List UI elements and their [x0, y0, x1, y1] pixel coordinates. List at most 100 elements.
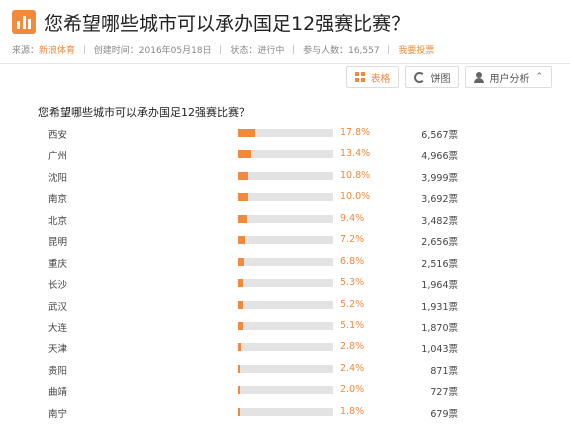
poll-meta: 来源：新浪体育 创建时间：2016年05月18日 状态：进行中 参与人数：16,…	[12, 43, 434, 56]
bar-fill	[238, 364, 241, 373]
city-label: 南京	[48, 194, 68, 206]
percent-label: 10.0%	[340, 191, 371, 203]
bar-fill	[238, 257, 245, 266]
results-list: 西安 17.8% 6,567票广州 13.4% 4,966票沈阳 10.8% 3,999票南…	[0, 123, 570, 423]
created-date: 创建时间：2016年05月18日	[93, 46, 212, 56]
result-row: 长沙 5.3% 1,964票	[0, 273, 570, 294]
vote-count: 3,999票	[421, 172, 458, 184]
city-label: 广州	[48, 151, 68, 163]
bar-fill	[238, 150, 251, 159]
table-view-label: 表格	[370, 73, 391, 85]
poll-status: 状态：进行中	[230, 46, 285, 56]
vote-count: 6,567票	[421, 130, 458, 141]
bar-fill	[238, 129, 255, 137]
result-row: 武汉 5.2% 1,931票	[0, 295, 570, 316]
user-analysis-dropdown[interactable]: 用户分析 ⌃	[465, 66, 552, 88]
bar-track	[238, 193, 333, 202]
vote-count: 1,870票	[421, 322, 458, 334]
bar-track	[238, 236, 333, 245]
city-label: 大连	[48, 322, 68, 334]
bar-fill	[238, 236, 245, 245]
percent-label: 17.8%	[340, 127, 371, 138]
percent-label: 5.3%	[340, 277, 365, 289]
percent-label: 2.8%	[340, 341, 365, 353]
percent-label: 6.8%	[340, 255, 365, 267]
bar-track	[238, 364, 333, 373]
bar-track	[238, 300, 333, 309]
bar-track	[238, 214, 333, 223]
source-link[interactable]: 新浪体育	[39, 46, 75, 56]
result-row: 广州 13.4% 4,966票	[0, 144, 570, 165]
percent-label: 9.4%	[340, 212, 365, 224]
result-row: 昆明 7.2% 2,656票	[0, 230, 570, 251]
city-label: 贵阳	[48, 365, 68, 377]
bar-track	[238, 343, 333, 352]
user-icon	[474, 71, 485, 83]
bar-track	[238, 129, 333, 137]
bar-track	[238, 257, 333, 266]
grid-icon	[355, 72, 366, 82]
city-label: 曲靖	[48, 387, 68, 399]
page-title: 您希望哪些城市可以承办国足12强赛比赛？	[44, 13, 411, 35]
bar-fill	[238, 300, 243, 309]
percent-label: 10.8%	[340, 169, 371, 181]
percent-label: 1.8%	[340, 405, 365, 417]
city-label: 昆明	[48, 237, 68, 249]
table-view-button[interactable]: 表格	[346, 66, 400, 88]
result-row: 大连 5.1% 1,870票	[0, 316, 570, 337]
bar-track	[238, 386, 333, 395]
result-row: 沈阳 10.8% 3,999票	[0, 166, 570, 187]
bar-track	[238, 407, 333, 416]
vote-count: 1,964票	[421, 280, 458, 292]
bar-chart-icon	[12, 10, 36, 34]
bar-track	[238, 279, 333, 288]
city-label: 天津	[48, 344, 68, 356]
divider	[83, 45, 85, 54]
vote-count: 727票	[430, 387, 458, 399]
result-row: 曲靖 2.0% 727票	[0, 380, 570, 401]
vote-count: 3,482票	[421, 215, 458, 227]
participant-count: 参与人数：16,557	[303, 46, 380, 56]
bar-track	[238, 150, 333, 159]
city-label: 武汉	[48, 301, 68, 313]
bar-track	[238, 321, 333, 330]
bar-track	[238, 171, 333, 180]
divider	[220, 45, 222, 54]
bar-fill	[238, 193, 248, 202]
vote-count: 2,516票	[421, 258, 458, 270]
poll-header: 您希望哪些城市可以承办国足12强赛比赛？ 来源：新浪体育 创建时间：2016年0…	[0, 0, 570, 64]
bar-fill	[238, 386, 240, 395]
percent-label: 5.1%	[340, 319, 365, 331]
city-label: 北京	[48, 215, 68, 227]
result-row: 南宁 1.8% 679票	[0, 402, 570, 423]
user-analysis-label: 用户分析	[489, 73, 530, 85]
city-label: 南宁	[48, 408, 68, 420]
vote-count: 1,043票	[421, 344, 458, 356]
bar-fill	[238, 407, 240, 416]
vote-count: 871票	[430, 365, 458, 377]
chevron-up-icon: ⌃	[535, 72, 543, 82]
pie-view-button[interactable]: 饼图	[405, 66, 460, 88]
result-row: 西安 17.8% 6,567票	[0, 123, 570, 144]
result-row: 南京 10.0% 3,692票	[0, 187, 570, 208]
pie-chart-icon	[414, 71, 426, 83]
pie-view-label: 饼图	[430, 73, 451, 85]
bar-fill	[238, 343, 241, 352]
city-label: 沈阳	[48, 172, 68, 184]
vote-count: 1,931票	[421, 301, 458, 313]
view-toolbar: 表格 饼图 用户分析 ⌃	[346, 66, 552, 88]
bar-fill	[238, 279, 244, 288]
bar-fill	[238, 321, 243, 330]
result-row: 重庆 6.8% 2,516票	[0, 252, 570, 273]
percent-label: 5.2%	[340, 298, 365, 310]
source-label: 来源：	[12, 46, 40, 56]
bar-fill	[238, 171, 249, 180]
result-row: 贵阳 2.4% 871票	[0, 359, 570, 380]
vote-count: 3,692票	[421, 194, 458, 206]
city-label: 西安	[48, 130, 68, 141]
divider	[388, 45, 390, 54]
percent-label: 7.2%	[340, 234, 365, 246]
vote-link[interactable]: 我要投票	[398, 46, 434, 56]
result-row: 天津 2.8% 1,043票	[0, 337, 570, 358]
poll-question: 您希望哪些城市可以承办国足12强赛比赛？	[38, 106, 250, 119]
